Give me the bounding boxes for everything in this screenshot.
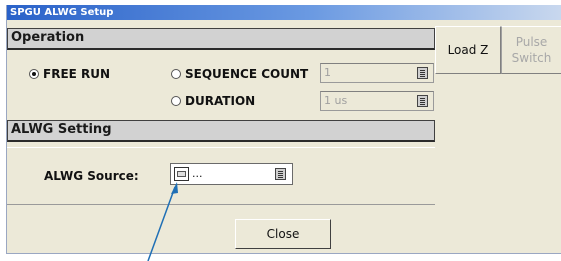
sequence-count-value: 1 bbox=[324, 66, 331, 79]
calculator-icon[interactable] bbox=[275, 168, 286, 180]
duration-radio[interactable]: DURATION bbox=[171, 94, 255, 108]
alwg-setup-dialog: SPGU ALWG Setup Operation FREE RUN SEQUE… bbox=[6, 5, 561, 254]
radio-unselected-icon bbox=[171, 69, 181, 79]
duration-label: DURATION bbox=[185, 94, 256, 108]
pulse-switch-button[interactable]: Pulse Switch bbox=[501, 26, 561, 74]
alwg-source-value: ... bbox=[192, 167, 203, 180]
alwg-setting-header: ALWG Setting bbox=[7, 120, 435, 142]
waveform-file-icon[interactable] bbox=[174, 167, 189, 181]
calculator-icon[interactable] bbox=[417, 95, 428, 107]
radio-selected-icon bbox=[29, 69, 39, 79]
alwg-source-label: ALWG Source: bbox=[44, 169, 139, 183]
load-z-button[interactable]: Load Z bbox=[435, 26, 501, 74]
duration-value: 1 us bbox=[324, 94, 348, 107]
duration-field[interactable]: 1 us bbox=[320, 91, 434, 111]
alwg-source-field[interactable]: ... bbox=[170, 163, 293, 185]
operation-header: Operation bbox=[7, 28, 435, 50]
sequence-count-field[interactable]: 1 bbox=[320, 63, 434, 83]
close-button[interactable]: Close bbox=[235, 219, 331, 249]
sequence-count-radio[interactable]: SEQUENCE COUNT bbox=[171, 67, 308, 81]
sequence-count-label: SEQUENCE COUNT bbox=[185, 67, 309, 81]
radio-unselected-icon bbox=[171, 96, 181, 106]
free-run-label: FREE RUN bbox=[43, 67, 111, 81]
calculator-icon[interactable] bbox=[417, 67, 428, 79]
free-run-radio[interactable]: FREE RUN bbox=[29, 67, 110, 81]
window-title: SPGU ALWG Setup bbox=[7, 5, 561, 20]
